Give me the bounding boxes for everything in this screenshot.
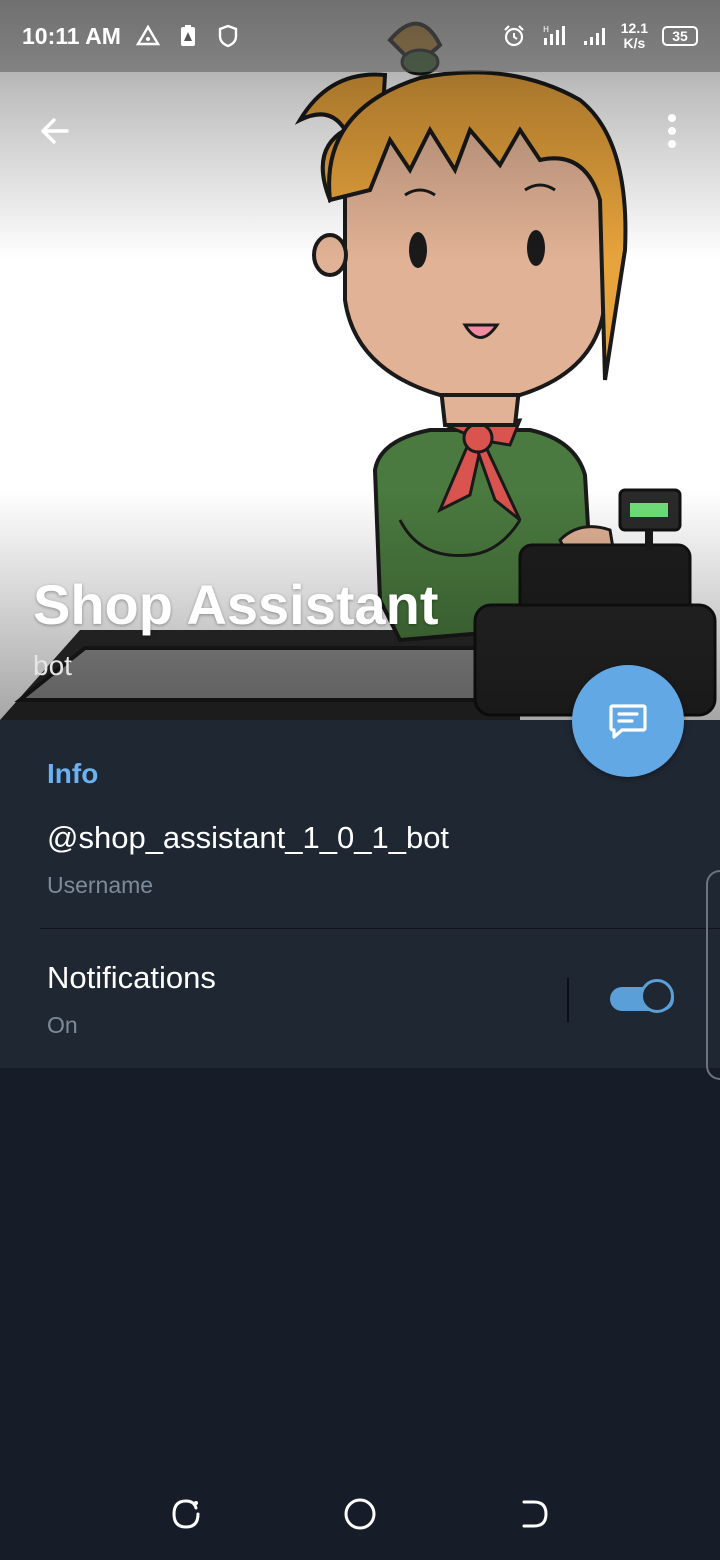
more-options-button[interactable]	[650, 108, 694, 154]
home-button[interactable]	[338, 1492, 382, 1536]
battery-alert-icon	[180, 25, 195, 46]
send-message-button[interactable]	[572, 665, 684, 777]
toggle-knob	[640, 979, 674, 1013]
shield-icon	[218, 24, 238, 48]
username-label: Username	[47, 872, 154, 898]
signal-icon	[583, 28, 605, 45]
status-bar: 10:11 AM H 12.1 K/s 35	[0, 0, 720, 72]
network-speed-unit: K/s	[623, 35, 646, 51]
back-button[interactable]	[32, 108, 78, 154]
arrow-left-icon	[41, 118, 69, 144]
location-triangle-icon	[135, 24, 160, 46]
back-icon	[522, 1500, 548, 1528]
profile-name: Shop Assistant	[33, 573, 439, 636]
message-icon	[609, 704, 647, 739]
notifications-title[interactable]: Notifications	[47, 960, 216, 996]
notifications-toggle[interactable]	[610, 979, 678, 1019]
system-back-button[interactable]	[512, 1492, 556, 1536]
battery-indicator: 35	[662, 26, 698, 46]
vertical-separator	[567, 978, 569, 1022]
svg-text:H: H	[543, 25, 549, 34]
alarm-icon	[503, 25, 524, 47]
divider	[40, 928, 720, 929]
network-speed: 12.1 K/s	[621, 21, 648, 51]
more-vertical-icon	[668, 114, 676, 148]
navigation-bar	[0, 1470, 720, 1560]
notifications-state: On	[47, 1012, 78, 1038]
username-value[interactable]: @shop_assistant_1_0_1_bot	[47, 820, 449, 856]
recent-apps-button[interactable]	[164, 1492, 208, 1536]
network-speed-value: 12.1	[620, 20, 648, 36]
edge-panel-handle[interactable]	[706, 870, 720, 1080]
status-time: 10:11 AM	[22, 22, 121, 49]
profile-status: bot	[33, 650, 72, 681]
recent-apps-icon	[172, 1499, 200, 1529]
info-section-title: Info	[47, 758, 99, 789]
home-icon	[344, 1498, 376, 1530]
signal-hd-icon: H	[543, 25, 565, 45]
